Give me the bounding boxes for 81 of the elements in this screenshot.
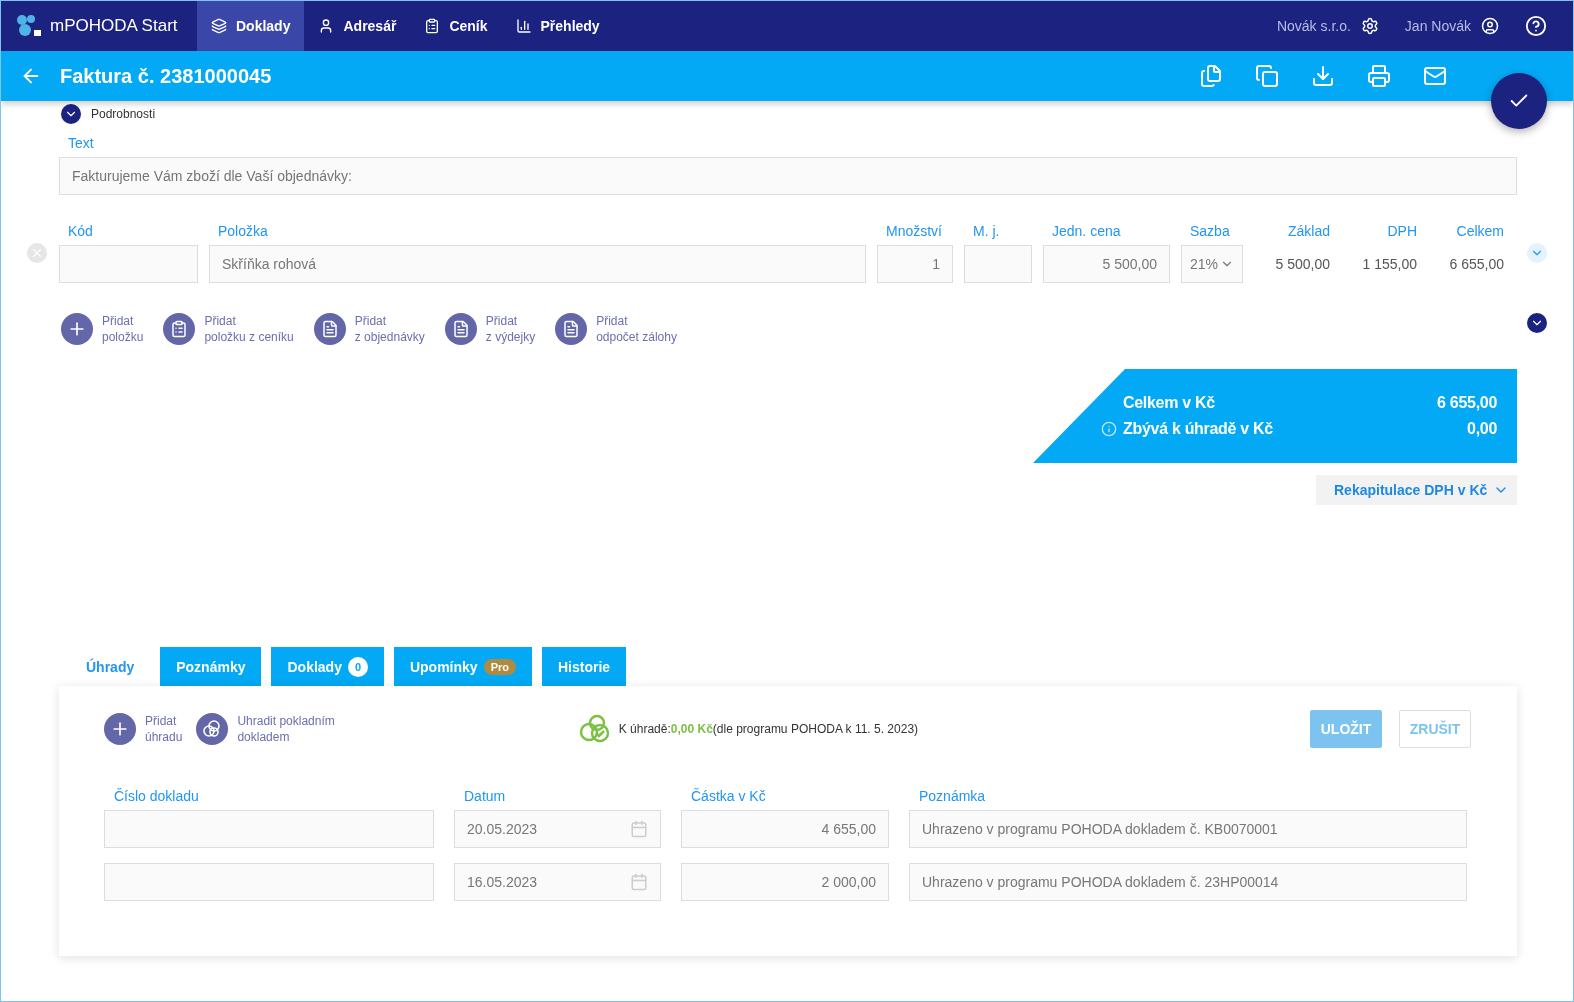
help-icon[interactable] bbox=[1525, 15, 1547, 37]
nav-tab[interactable]: Ceník bbox=[410, 1, 502, 51]
action-label[interactable]: Přidat z objednávky bbox=[354, 313, 425, 345]
column-header: Základ bbox=[1286, 223, 1330, 239]
action-label[interactable]: Přidat položku bbox=[102, 313, 144, 345]
download-icon[interactable] bbox=[1311, 64, 1335, 88]
document-number-field[interactable] bbox=[104, 810, 434, 848]
column-header: Sazba bbox=[1189, 223, 1231, 239]
column-header: DPH bbox=[1386, 223, 1417, 239]
total-value: 0,00 bbox=[1467, 420, 1497, 438]
tab[interactable]: Upomínky Pro bbox=[393, 647, 532, 686]
user-name[interactable]: Jan Novák bbox=[1404, 18, 1471, 34]
column-header: Kód bbox=[67, 223, 94, 239]
date-field[interactable]: 20.05.2023 bbox=[454, 810, 661, 848]
column-header: Poznámka bbox=[918, 788, 987, 804]
column-header: Celkem bbox=[1455, 223, 1504, 239]
total-value: 6 655,00 bbox=[1437, 394, 1497, 412]
document-number-field[interactable] bbox=[104, 863, 434, 901]
column-header: Datum bbox=[463, 788, 507, 804]
nav-tab[interactable]: Přehledy bbox=[501, 1, 614, 51]
nav-tab[interactable]: Adresář bbox=[304, 1, 411, 51]
logo-icon bbox=[16, 14, 42, 38]
quantity-field[interactable]: 1 bbox=[877, 245, 953, 283]
vat-recap-button[interactable]: Rekapitulace DPH v Kč bbox=[1316, 475, 1517, 505]
badge: Pro bbox=[483, 658, 516, 675]
tab[interactable]: Historie bbox=[542, 647, 627, 686]
date-field[interactable]: 16.05.2023 bbox=[454, 863, 661, 901]
info-icon[interactable] bbox=[1101, 421, 1117, 437]
bar-chart-icon bbox=[515, 18, 532, 34]
field-label: Text bbox=[68, 135, 95, 151]
plus-icon[interactable] bbox=[61, 313, 93, 345]
payment-status: K úhradě:0,00 Kč(dle programu POHODA k 11. 5. 2023) bbox=[618, 722, 919, 736]
rate-select[interactable]: 21% bbox=[1181, 245, 1243, 283]
print-icon[interactable] bbox=[1367, 64, 1391, 88]
confirm-button[interactable] bbox=[1491, 73, 1547, 129]
action-label[interactable]: Přidat odpočet zálohy bbox=[596, 313, 677, 345]
stack-icon bbox=[211, 18, 227, 34]
table-cell-text: 1 155,00 bbox=[1361, 256, 1417, 272]
nav-tab[interactable]: Doklady bbox=[197, 1, 305, 51]
badge: 0 bbox=[347, 656, 368, 677]
company-name[interactable]: Novák s.r.o. bbox=[1276, 18, 1351, 34]
note-field[interactable]: Uhrazeno v programu POHODA dokladem č. KB0070001 bbox=[909, 810, 1467, 848]
files-icon[interactable] bbox=[1199, 64, 1223, 88]
user-icon[interactable] bbox=[1481, 17, 1499, 35]
details-toggle[interactable]: Podrobnosti bbox=[91, 107, 156, 121]
unit-price-field[interactable]: 5 500,00 bbox=[1043, 245, 1170, 283]
clipboard-icon[interactable] bbox=[163, 313, 196, 345]
rings-icon bbox=[578, 714, 611, 744]
column-header: Jedn. cena bbox=[1051, 223, 1122, 239]
tab[interactable]: Poznámky bbox=[160, 647, 262, 686]
item-field[interactable]: Skříňka rohová bbox=[209, 245, 866, 283]
document-title: Faktura č. 2381000045 bbox=[60, 64, 272, 88]
amount-field[interactable]: 4 655,00 bbox=[681, 810, 889, 848]
column-header: Číslo dokladu bbox=[113, 788, 200, 804]
table-cell-text: 6 655,00 bbox=[1448, 256, 1504, 272]
column-header: Množství bbox=[885, 223, 943, 239]
code-field[interactable] bbox=[59, 245, 198, 283]
text-field[interactable]: Fakturujeme Vám zboží dle Vaší objednávky: bbox=[59, 157, 1517, 195]
unit-field[interactable] bbox=[964, 245, 1032, 283]
tab[interactable]: Doklady 0 bbox=[271, 647, 384, 686]
column-header: Částka v Kč bbox=[690, 788, 767, 804]
chevron-down-icon[interactable] bbox=[1527, 313, 1547, 333]
action-label[interactable]: Přidat úhradu bbox=[145, 713, 183, 745]
action-label[interactable]: Uhradit pokladním dokladem bbox=[237, 713, 335, 745]
column-header: Položka bbox=[217, 223, 269, 239]
action-label[interactable]: Přidat položku z ceníku bbox=[204, 313, 294, 345]
total-label: Zbývá k úhradě v Kč bbox=[1123, 420, 1274, 438]
total-label: Celkem v Kč bbox=[1123, 394, 1216, 412]
amount-field[interactable]: 2 000,00 bbox=[681, 863, 889, 901]
clipboard-icon bbox=[424, 18, 441, 34]
chevron-down-icon[interactable] bbox=[61, 104, 81, 124]
note-field[interactable]: Uhrazeno v programu POHODA dokladem č. 23HP00014 bbox=[909, 863, 1467, 901]
action-label[interactable]: Přidat z výdejky bbox=[485, 313, 536, 345]
table-cell-text: 5 500,00 bbox=[1274, 256, 1330, 272]
app-name: mPOHODA Start bbox=[50, 16, 178, 36]
rings-icon[interactable] bbox=[196, 713, 229, 745]
plus-icon[interactable] bbox=[104, 713, 136, 745]
column-header: M. j. bbox=[972, 223, 1001, 239]
copy-icon[interactable] bbox=[1255, 64, 1279, 88]
mail-icon[interactable] bbox=[1423, 64, 1447, 88]
settings-icon[interactable] bbox=[1360, 17, 1379, 35]
